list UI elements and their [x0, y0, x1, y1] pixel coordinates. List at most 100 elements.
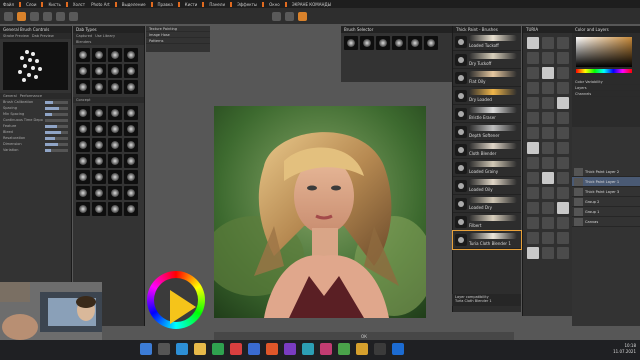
brush-variant-item[interactable]: Dry Loaded: [453, 87, 521, 105]
dab-thumbnail[interactable]: [124, 202, 138, 216]
painting-canvas[interactable]: [214, 106, 426, 318]
layer-row[interactable]: Thick Paint Layer 3: [572, 187, 640, 197]
dab-thumbnail[interactable]: [76, 122, 90, 136]
mixer-icon[interactable]: [285, 11, 294, 21]
app-icon[interactable]: [302, 343, 314, 355]
dab-thumbnail[interactable]: [76, 170, 90, 184]
tool-button[interactable]: [542, 82, 554, 94]
tool-button[interactable]: [557, 232, 569, 244]
app-icon[interactable]: [230, 343, 242, 355]
search-icon[interactable]: [158, 343, 170, 355]
dab-thumbnail[interactable]: [108, 122, 122, 136]
menu-photo-art[interactable]: Photo Art: [88, 2, 113, 7]
dab-thumbnail[interactable]: [124, 106, 138, 120]
task-view-icon[interactable]: [176, 343, 188, 355]
tool-button[interactable]: [557, 187, 569, 199]
tool-button[interactable]: [527, 37, 539, 49]
start-icon[interactable]: [140, 343, 152, 355]
dab-thumbnail[interactable]: [124, 64, 138, 78]
menu-canvas[interactable]: Холст: [70, 2, 88, 7]
dab-thumbnail[interactable]: [92, 170, 106, 184]
dab-thumbnail[interactable]: [108, 106, 122, 120]
size-icon[interactable]: [30, 11, 39, 21]
brush-variant-item[interactable]: Flat Oily: [453, 69, 521, 87]
menu-effects[interactable]: Эффекты: [234, 2, 260, 7]
tool-button[interactable]: [557, 217, 569, 229]
layer-row[interactable]: Group 2: [572, 197, 640, 207]
dab-thumbnail[interactable]: [92, 186, 106, 200]
dab-thumbnail[interactable]: [76, 64, 90, 78]
layer-row[interactable]: Thick Paint Layer 1: [572, 177, 640, 187]
opacity-icon[interactable]: [43, 11, 52, 21]
tool-button[interactable]: [557, 127, 569, 139]
app-icon[interactable]: [338, 343, 350, 355]
brush-variant-item[interactable]: Depth Softener: [453, 123, 521, 141]
tool-button[interactable]: [542, 67, 554, 79]
dab-thumbnail[interactable]: [108, 64, 122, 78]
tool-button[interactable]: [542, 142, 554, 154]
color-wheel[interactable]: [147, 271, 205, 329]
dab-thumbnail[interactable]: [124, 170, 138, 184]
menu-window[interactable]: Окно: [266, 2, 283, 7]
app-icon[interactable]: [374, 343, 386, 355]
dab-thumbnail[interactable]: [92, 122, 106, 136]
dab-thumbnail[interactable]: [92, 48, 106, 62]
menu-select[interactable]: Выделение: [119, 2, 149, 7]
menu-brushes[interactable]: Кисти: [182, 2, 201, 7]
tool-button[interactable]: [527, 127, 539, 139]
tool-button[interactable]: [542, 187, 554, 199]
brush-category-icon[interactable]: [17, 11, 26, 21]
param-slider[interactable]: [45, 148, 68, 152]
dab-thumbnail[interactable]: [124, 138, 138, 152]
dab-thumbnail[interactable]: [108, 154, 122, 168]
color-picker[interactable]: Color Variability Layers Channels: [572, 33, 640, 127]
tool-button[interactable]: [542, 37, 554, 49]
system-tray[interactable]: 10:18 11.07.2021: [613, 343, 636, 355]
explorer-icon[interactable]: [194, 343, 206, 355]
tool-button[interactable]: [557, 97, 569, 109]
param-slider[interactable]: [45, 106, 68, 110]
dab-thumbnail[interactable]: [76, 202, 90, 216]
dab-thumbnail[interactable]: [76, 138, 90, 152]
tool-button[interactable]: [527, 217, 539, 229]
brush-category-thumb[interactable]: [392, 36, 406, 50]
tool-button[interactable]: [542, 202, 554, 214]
tool-button[interactable]: [542, 127, 554, 139]
dab-thumbnail[interactable]: [124, 48, 138, 62]
menu-commands[interactable]: ЭКРАНЕ КОМАНДЫ: [289, 2, 334, 7]
dab-thumbnail[interactable]: [124, 186, 138, 200]
tool-button[interactable]: [527, 247, 539, 259]
chrome-icon[interactable]: [212, 343, 224, 355]
dab-thumbnail[interactable]: [108, 80, 122, 94]
menu-edit[interactable]: Правка: [155, 2, 176, 7]
status-ok[interactable]: ОК: [361, 334, 367, 339]
tab-captured[interactable]: Captured: [76, 34, 92, 38]
app-icon[interactable]: [266, 343, 278, 355]
brush-category-thumb[interactable]: [376, 36, 390, 50]
dab-thumbnail[interactable]: [124, 122, 138, 136]
tool-button[interactable]: [557, 202, 569, 214]
tool-button[interactable]: [542, 232, 554, 244]
brush-category-thumb[interactable]: [424, 36, 438, 50]
tool-button[interactable]: [542, 217, 554, 229]
tab-general[interactable]: General: [3, 94, 17, 98]
dab-thumbnail[interactable]: [108, 186, 122, 200]
dab-thumbnail[interactable]: [76, 106, 90, 120]
brush-tool-icon[interactable]: [4, 11, 13, 21]
dab-thumbnail[interactable]: [124, 80, 138, 94]
workspace-icon[interactable]: [298, 11, 307, 21]
param-slider[interactable]: [45, 124, 68, 128]
layer-row[interactable]: Thick Paint Layer 2: [572, 167, 640, 177]
tab-dab-preview[interactable]: Dab Preview: [32, 34, 54, 38]
dab-thumbnail[interactable]: [92, 106, 106, 120]
dab-thumbnail[interactable]: [76, 80, 90, 94]
brush-variant-item[interactable]: Loaded Grainy: [453, 159, 521, 177]
tab-performance[interactable]: Performance: [20, 94, 42, 98]
tab-use-library[interactable]: Use Library: [95, 34, 115, 38]
dab-thumbnail[interactable]: [108, 170, 122, 184]
tool-button[interactable]: [527, 142, 539, 154]
dab-thumbnail[interactable]: [108, 48, 122, 62]
param-row[interactable]: Variation: [0, 147, 71, 153]
patterns-item[interactable]: Patterns: [146, 38, 210, 44]
layer-row[interactable]: Group 1: [572, 207, 640, 217]
